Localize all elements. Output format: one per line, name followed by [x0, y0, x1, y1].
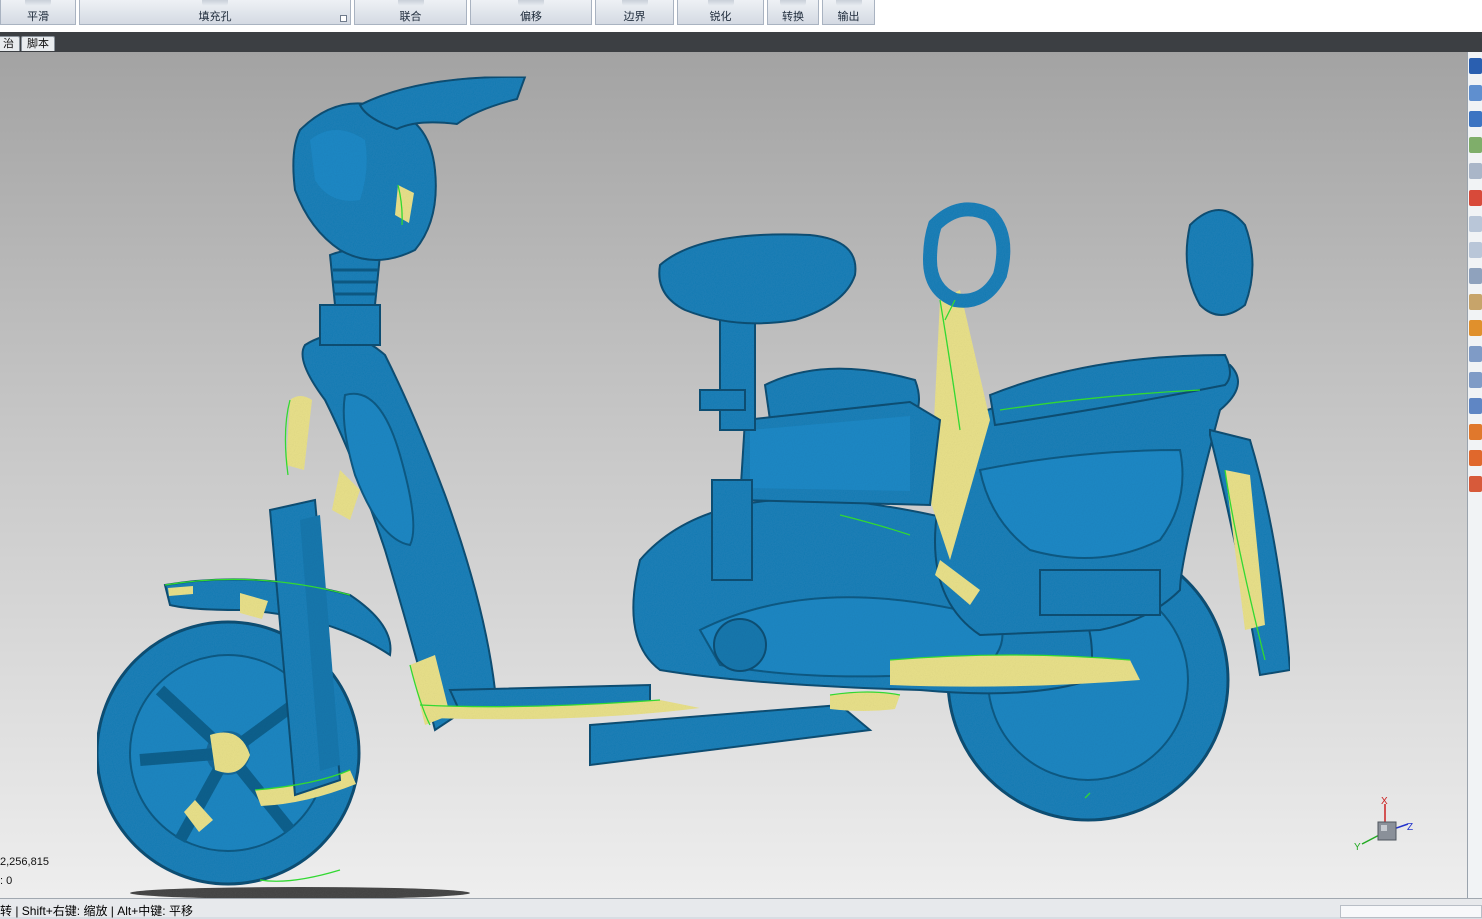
ribbon-group-smooth[interactable]: 平滑	[0, 0, 76, 25]
fill-holes-icon	[202, 0, 228, 6]
ribbon-group-combine[interactable]: 联合	[354, 0, 467, 25]
ribbon-group-output[interactable]: 输出	[822, 0, 875, 25]
3d-viewport[interactable]: 2,256,815 : 0 X Y Z	[0, 52, 1467, 898]
output-icon	[835, 0, 862, 6]
ribbon-group-convert[interactable]: 转换	[767, 0, 819, 25]
ribbon-group-label: 偏移	[520, 11, 542, 23]
axis-z-label: Z	[1407, 822, 1413, 833]
ribbon-group-label: 锐化	[709, 11, 732, 23]
dialog-launcher-icon[interactable]	[340, 15, 347, 22]
document-tab-bar: 治 脚本	[0, 32, 1482, 52]
select-rectangle-icon[interactable]	[1469, 216, 1482, 232]
ribbon-group-offset[interactable]: 偏移	[470, 0, 592, 25]
status-bar: 转 | Shift+右键: 缩放 | Alt+中键: 平移	[0, 898, 1482, 918]
combine-icon	[397, 0, 424, 6]
ribbon-group-sharpen[interactable]: 锐化	[677, 0, 764, 25]
select-line-icon[interactable]	[1469, 268, 1482, 284]
view-rotate-icon[interactable]	[1469, 85, 1482, 101]
select-connected-icon[interactable]	[1469, 424, 1482, 440]
axis-y-label: Y	[1354, 842, 1361, 853]
scanned-scooter-mesh	[95, 75, 1292, 898]
convert-icon	[780, 0, 806, 6]
tab-script[interactable]: 脚本	[21, 36, 55, 51]
offset-icon	[518, 0, 544, 6]
ribbon-group-label: 边界	[623, 11, 646, 23]
select-through-icon[interactable]	[1469, 372, 1482, 388]
view-fit-icon[interactable]	[1469, 163, 1482, 179]
axis-triad-icon[interactable]: X Y Z	[1350, 792, 1420, 857]
boundary-icon	[621, 0, 648, 6]
record-icon[interactable]	[1469, 190, 1482, 206]
view-front-icon[interactable]	[1469, 58, 1482, 74]
ribbon-group-label: 联合	[399, 11, 422, 23]
ribbon-group-boundary[interactable]: 边界	[595, 0, 674, 25]
axis-x-label: X	[1381, 796, 1388, 807]
view-iso-icon[interactable]	[1469, 111, 1482, 127]
mouse-hint-text: 转 | Shift+右键: 缩放 | Alt+中键: 平移	[0, 904, 193, 918]
select-lasso-icon[interactable]	[1469, 242, 1482, 258]
delete-selection-icon[interactable]	[1469, 476, 1482, 492]
ribbon-group-label: 填充孔	[198, 11, 232, 23]
view-light-icon[interactable]	[1469, 137, 1482, 153]
ribbon-group-label: 转换	[782, 11, 804, 23]
ribbon-group-label: 平滑	[27, 11, 49, 23]
selected-count-readout: : 0	[0, 875, 13, 887]
view-toolbar	[1467, 52, 1482, 898]
ribbon-group-label: 输出	[837, 11, 860, 23]
select-boundary-icon[interactable]	[1469, 450, 1482, 466]
paint-select-icon[interactable]	[1469, 320, 1482, 336]
status-progress-field	[1340, 905, 1482, 918]
ribbon: 平滑 填充孔 联合 偏移 边界 锐化 转换 输出	[0, 0, 1482, 32]
brush-icon[interactable]	[1469, 294, 1482, 310]
triangle-count-readout: 2,256,815	[0, 856, 49, 868]
select-polygon-icon[interactable]	[1469, 346, 1482, 362]
sharpen-icon	[707, 0, 734, 6]
tab-treat[interactable]: 治	[0, 36, 20, 51]
smooth-icon	[25, 0, 51, 6]
select-all-icon[interactable]	[1469, 398, 1482, 414]
ribbon-group-fill-holes[interactable]: 填充孔	[79, 0, 351, 25]
